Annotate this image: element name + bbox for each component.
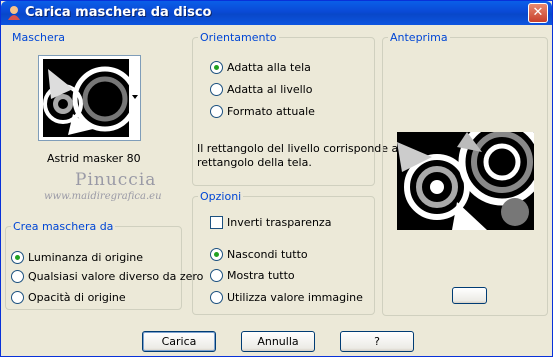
radio-source-luminance[interactable]: Luminanza di origine	[11, 251, 143, 264]
mask-thumbnail	[43, 59, 129, 137]
radio-show-all[interactable]: Mostra tutto	[210, 269, 295, 282]
radio-use-image-value[interactable]: Utilizza valore immagine	[210, 291, 363, 304]
radio-label: Luminanza di origine	[28, 251, 143, 264]
mask-name: Astrid masker 80	[47, 152, 141, 165]
cancel-button[interactable]: Annulla	[241, 331, 315, 352]
create-mask-group-label: Crea maschera da	[13, 220, 114, 233]
help-button[interactable]: ?	[340, 331, 414, 352]
radio-label: Mostra tutto	[227, 269, 295, 282]
radio-label: Adatta alla tela	[227, 61, 311, 74]
invert-transparency-checkbox[interactable]: Inverti trasparenza	[210, 216, 331, 229]
radio-button[interactable]	[210, 291, 223, 304]
dropdown-arrow-icon[interactable]	[130, 57, 139, 139]
radio-label: Formato attuale	[227, 105, 315, 118]
load-button[interactable]: Carica	[142, 331, 216, 352]
radio-label: Adatta al livello	[227, 83, 313, 96]
options-group-label: Opzioni	[200, 190, 242, 203]
radio-button[interactable]	[11, 270, 24, 283]
radio-fit-layer[interactable]: Adatta al livello	[210, 83, 312, 96]
radio-hide-all[interactable]: Nascondi tutto	[210, 248, 308, 261]
radio-button[interactable]	[210, 269, 223, 282]
radio-label: Utilizza valore immagine	[227, 291, 363, 304]
radio-label: Opacità di origine	[28, 291, 126, 304]
orientation-description-line2: rettangolo della tela.	[197, 156, 312, 169]
window-title: Carica maschera da disco	[25, 5, 212, 20]
orientation-description-line1: Il rettangolo del livello corrisponde al	[197, 142, 402, 155]
radio-button[interactable]	[11, 251, 24, 264]
app-icon	[8, 6, 20, 20]
radio-button[interactable]	[210, 248, 223, 261]
radio-source-opacity[interactable]: Opacità di origine	[11, 291, 126, 304]
checkbox-label: Inverti trasparenza	[227, 216, 332, 229]
radio-fit-canvas[interactable]: Adatta alla tela	[210, 61, 311, 74]
dialog-window: Carica maschera da disco ✕ Maschera Astr…	[0, 0, 553, 357]
radio-label: Qualsiasi valore diverso da zero	[28, 270, 204, 283]
watermark-text: Pinuccia	[75, 170, 157, 190]
radio-button[interactable]	[11, 291, 24, 304]
radio-button[interactable]	[210, 83, 223, 96]
mask-group-label: Maschera	[12, 31, 66, 44]
title-bar[interactable]: Carica maschera da disco ✕	[1, 1, 552, 25]
checkbox[interactable]	[210, 216, 223, 229]
preview-group-label: Anteprima	[390, 31, 448, 44]
watermark-url: www.maidiregrafica.eu	[44, 191, 162, 202]
radio-label: Nascondi tutto	[227, 248, 308, 261]
radio-button[interactable]	[210, 105, 223, 118]
orientation-group-label: Orientamento	[200, 31, 277, 44]
preview-image	[397, 132, 534, 230]
radio-current-size[interactable]: Formato attuale	[210, 105, 315, 118]
radio-button[interactable]	[210, 61, 223, 74]
mask-picker[interactable]	[38, 55, 141, 141]
radio-any-nonzero[interactable]: Qualsiasi valore diverso da zero	[11, 270, 203, 283]
close-icon[interactable]: ✕	[528, 3, 548, 23]
preview-toggle-icon[interactable]	[452, 287, 487, 304]
